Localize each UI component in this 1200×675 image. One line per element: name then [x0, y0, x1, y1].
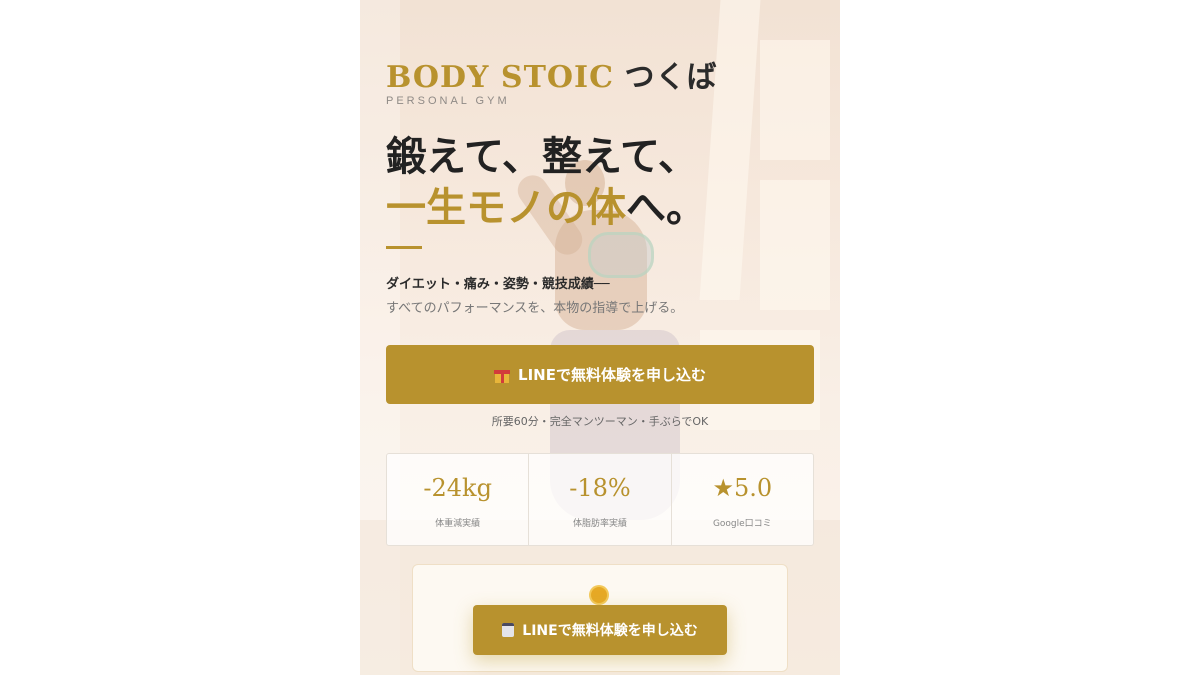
brand-subtitle: PERSONAL GYM	[386, 95, 510, 107]
gold-divider	[386, 246, 422, 249]
stat-label: Google口コミ	[712, 519, 772, 529]
line-trial-button-label: LINEで無料体験を申し込む	[518, 366, 706, 384]
line-trial-button-secondary[interactable]: LINEで無料体験を申し込む	[473, 605, 727, 655]
hero-headline-line1: 鍛えて、整えて、	[386, 133, 698, 180]
hero-content: BODY STOIC つくば PERSONAL GYM 鍛えて、整えて、 一生モ…	[360, 0, 840, 675]
bottom-cta-card: LINEで無料体験を申し込む	[412, 564, 788, 672]
stat-label: 体重減実績	[435, 519, 481, 529]
stat-weight: -24kg 体重減実績	[387, 454, 530, 545]
hero-tagline: ダイエット・痛み・姿勢・競技成績──	[386, 277, 610, 292]
hero-headline-line2: 一生モノの体へ。	[386, 183, 706, 233]
line-trial-button-secondary-label: LINEで無料体験を申し込む	[522, 623, 698, 639]
mobile-viewport: BODY STOIC つくば PERSONAL GYM 鍛えて、整えて、 一生モ…	[360, 0, 840, 675]
stat-label: 体脂肪率実績	[572, 519, 627, 529]
hero-headline-end: へ。	[626, 184, 706, 231]
brand-name-en: BODY STOIC	[386, 60, 614, 95]
hero-subtagline: すべてのパフォーマンスを、本物の指導で上げる。	[386, 301, 684, 316]
stat-rating: ★5.0 Google口コミ	[672, 454, 813, 545]
gift-icon	[494, 367, 511, 383]
stat-value: -18%	[569, 474, 631, 502]
stats-panel: -24kg 体重減実績 -18% 体脂肪率実績 ★5.0 Google口コミ	[386, 453, 814, 546]
trial-note: 所要60分・完全マンツーマン・手ぶらでOK	[491, 415, 709, 428]
calendar-icon	[502, 623, 515, 637]
stat-bodyfat: -18% 体脂肪率実績	[529, 454, 672, 545]
stat-value: ★5.0	[712, 474, 773, 502]
brand-logo[interactable]: BODY STOIC つくば	[386, 52, 718, 96]
hero-headline-highlight: 一生モノの体	[386, 184, 626, 231]
brand-name-jp: つくば	[624, 60, 718, 95]
stat-value: -24kg	[423, 474, 492, 502]
line-trial-button[interactable]: LINEで無料体験を申し込む	[386, 345, 814, 404]
sun-badge-icon	[591, 587, 607, 603]
